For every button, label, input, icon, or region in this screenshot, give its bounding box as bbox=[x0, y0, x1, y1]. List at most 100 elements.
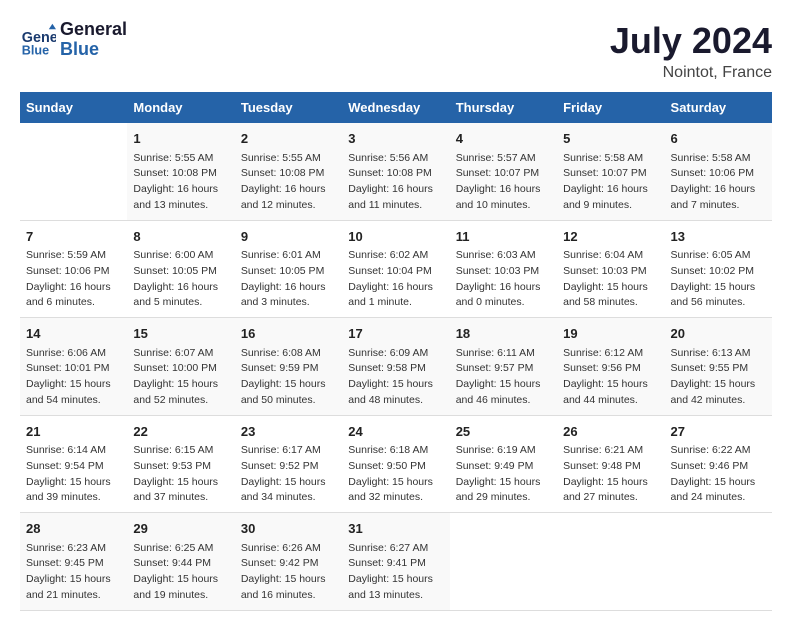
calendar-cell: 9Sunrise: 6:01 AM Sunset: 10:05 PM Dayli… bbox=[235, 220, 342, 318]
day-info: Sunrise: 6:22 AM Sunset: 9:46 PM Dayligh… bbox=[671, 443, 766, 506]
logo-text: General Blue bbox=[60, 20, 127, 60]
day-number: 20 bbox=[671, 324, 766, 344]
day-number: 23 bbox=[241, 422, 336, 442]
day-number: 7 bbox=[26, 227, 121, 247]
calendar-cell: 14Sunrise: 6:06 AM Sunset: 10:01 PM Dayl… bbox=[20, 318, 127, 416]
weekday-header: Saturday bbox=[665, 92, 772, 123]
day-info: Sunrise: 6:21 AM Sunset: 9:48 PM Dayligh… bbox=[563, 443, 658, 506]
day-number: 17 bbox=[348, 324, 443, 344]
logo-line2: Blue bbox=[60, 40, 127, 60]
calendar-cell: 6Sunrise: 5:58 AM Sunset: 10:06 PM Dayli… bbox=[665, 123, 772, 220]
day-info: Sunrise: 6:02 AM Sunset: 10:04 PM Daylig… bbox=[348, 248, 443, 311]
day-number: 13 bbox=[671, 227, 766, 247]
calendar-cell: 7Sunrise: 5:59 AM Sunset: 10:06 PM Dayli… bbox=[20, 220, 127, 318]
calendar-cell: 22Sunrise: 6:15 AM Sunset: 9:53 PM Dayli… bbox=[127, 415, 234, 513]
day-info: Sunrise: 6:14 AM Sunset: 9:54 PM Dayligh… bbox=[26, 443, 121, 506]
calendar-table: SundayMondayTuesdayWednesdayThursdayFrid… bbox=[20, 92, 772, 611]
calendar-cell: 10Sunrise: 6:02 AM Sunset: 10:04 PM Dayl… bbox=[342, 220, 449, 318]
day-info: Sunrise: 6:23 AM Sunset: 9:45 PM Dayligh… bbox=[26, 541, 121, 604]
day-info: Sunrise: 6:04 AM Sunset: 10:03 PM Daylig… bbox=[563, 248, 658, 311]
calendar-week-row: 1Sunrise: 5:55 AM Sunset: 10:08 PM Dayli… bbox=[20, 123, 772, 220]
day-info: Sunrise: 6:18 AM Sunset: 9:50 PM Dayligh… bbox=[348, 443, 443, 506]
weekday-header: Monday bbox=[127, 92, 234, 123]
day-number: 1 bbox=[133, 129, 228, 149]
day-number: 21 bbox=[26, 422, 121, 442]
weekday-header: Thursday bbox=[450, 92, 557, 123]
day-info: Sunrise: 5:55 AM Sunset: 10:08 PM Daylig… bbox=[133, 151, 228, 214]
calendar-cell: 20Sunrise: 6:13 AM Sunset: 9:55 PM Dayli… bbox=[665, 318, 772, 416]
calendar-cell: 4Sunrise: 5:57 AM Sunset: 10:07 PM Dayli… bbox=[450, 123, 557, 220]
day-info: Sunrise: 6:07 AM Sunset: 10:00 PM Daylig… bbox=[133, 346, 228, 409]
weekday-header: Tuesday bbox=[235, 92, 342, 123]
weekday-header: Sunday bbox=[20, 92, 127, 123]
day-info: Sunrise: 6:09 AM Sunset: 9:58 PM Dayligh… bbox=[348, 346, 443, 409]
day-number: 16 bbox=[241, 324, 336, 344]
calendar-cell: 26Sunrise: 6:21 AM Sunset: 9:48 PM Dayli… bbox=[557, 415, 664, 513]
day-number: 3 bbox=[348, 129, 443, 149]
day-number: 5 bbox=[563, 129, 658, 149]
calendar-cell: 15Sunrise: 6:07 AM Sunset: 10:00 PM Dayl… bbox=[127, 318, 234, 416]
day-number: 6 bbox=[671, 129, 766, 149]
calendar-week-row: 21Sunrise: 6:14 AM Sunset: 9:54 PM Dayli… bbox=[20, 415, 772, 513]
calendar-body: 1Sunrise: 5:55 AM Sunset: 10:08 PM Dayli… bbox=[20, 123, 772, 610]
calendar-cell bbox=[20, 123, 127, 220]
subtitle: Nointot, France bbox=[610, 64, 772, 82]
calendar-cell: 27Sunrise: 6:22 AM Sunset: 9:46 PM Dayli… bbox=[665, 415, 772, 513]
logo-line1: General bbox=[60, 20, 127, 40]
day-info: Sunrise: 6:00 AM Sunset: 10:05 PM Daylig… bbox=[133, 248, 228, 311]
day-info: Sunrise: 6:17 AM Sunset: 9:52 PM Dayligh… bbox=[241, 443, 336, 506]
day-number: 25 bbox=[456, 422, 551, 442]
calendar-cell: 21Sunrise: 6:14 AM Sunset: 9:54 PM Dayli… bbox=[20, 415, 127, 513]
calendar-cell: 11Sunrise: 6:03 AM Sunset: 10:03 PM Dayl… bbox=[450, 220, 557, 318]
day-info: Sunrise: 6:26 AM Sunset: 9:42 PM Dayligh… bbox=[241, 541, 336, 604]
day-info: Sunrise: 5:58 AM Sunset: 10:06 PM Daylig… bbox=[671, 151, 766, 214]
day-info: Sunrise: 6:08 AM Sunset: 9:59 PM Dayligh… bbox=[241, 346, 336, 409]
day-number: 24 bbox=[348, 422, 443, 442]
day-number: 19 bbox=[563, 324, 658, 344]
day-number: 10 bbox=[348, 227, 443, 247]
calendar-cell: 13Sunrise: 6:05 AM Sunset: 10:02 PM Dayl… bbox=[665, 220, 772, 318]
title-block: July 2024 Nointot, France bbox=[610, 20, 772, 82]
day-info: Sunrise: 6:19 AM Sunset: 9:49 PM Dayligh… bbox=[456, 443, 551, 506]
day-number: 12 bbox=[563, 227, 658, 247]
main-title: July 2024 bbox=[610, 20, 772, 62]
calendar-cell bbox=[557, 513, 664, 611]
calendar-cell: 30Sunrise: 6:26 AM Sunset: 9:42 PM Dayli… bbox=[235, 513, 342, 611]
day-info: Sunrise: 6:11 AM Sunset: 9:57 PM Dayligh… bbox=[456, 346, 551, 409]
day-number: 4 bbox=[456, 129, 551, 149]
day-number: 27 bbox=[671, 422, 766, 442]
day-number: 28 bbox=[26, 519, 121, 539]
logo: General Blue General Blue bbox=[20, 20, 127, 60]
day-info: Sunrise: 6:05 AM Sunset: 10:02 PM Daylig… bbox=[671, 248, 766, 311]
day-info: Sunrise: 5:57 AM Sunset: 10:07 PM Daylig… bbox=[456, 151, 551, 214]
calendar-cell bbox=[665, 513, 772, 611]
day-info: Sunrise: 6:01 AM Sunset: 10:05 PM Daylig… bbox=[241, 248, 336, 311]
day-info: Sunrise: 6:15 AM Sunset: 9:53 PM Dayligh… bbox=[133, 443, 228, 506]
calendar-cell: 3Sunrise: 5:56 AM Sunset: 10:08 PM Dayli… bbox=[342, 123, 449, 220]
page-header: General Blue General Blue July 2024 Noin… bbox=[20, 20, 772, 82]
day-number: 31 bbox=[348, 519, 443, 539]
calendar-cell: 23Sunrise: 6:17 AM Sunset: 9:52 PM Dayli… bbox=[235, 415, 342, 513]
calendar-cell: 31Sunrise: 6:27 AM Sunset: 9:41 PM Dayli… bbox=[342, 513, 449, 611]
weekday-header: Friday bbox=[557, 92, 664, 123]
calendar-cell bbox=[450, 513, 557, 611]
day-number: 9 bbox=[241, 227, 336, 247]
day-info: Sunrise: 5:58 AM Sunset: 10:07 PM Daylig… bbox=[563, 151, 658, 214]
svg-text:Blue: Blue bbox=[22, 43, 49, 57]
calendar-cell: 18Sunrise: 6:11 AM Sunset: 9:57 PM Dayli… bbox=[450, 318, 557, 416]
day-number: 11 bbox=[456, 227, 551, 247]
day-number: 14 bbox=[26, 324, 121, 344]
calendar-cell: 12Sunrise: 6:04 AM Sunset: 10:03 PM Dayl… bbox=[557, 220, 664, 318]
day-info: Sunrise: 5:56 AM Sunset: 10:08 PM Daylig… bbox=[348, 151, 443, 214]
calendar-cell: 29Sunrise: 6:25 AM Sunset: 9:44 PM Dayli… bbox=[127, 513, 234, 611]
day-info: Sunrise: 6:13 AM Sunset: 9:55 PM Dayligh… bbox=[671, 346, 766, 409]
calendar-week-row: 7Sunrise: 5:59 AM Sunset: 10:06 PM Dayli… bbox=[20, 220, 772, 318]
calendar-week-row: 28Sunrise: 6:23 AM Sunset: 9:45 PM Dayli… bbox=[20, 513, 772, 611]
calendar-header: SundayMondayTuesdayWednesdayThursdayFrid… bbox=[20, 92, 772, 123]
calendar-cell: 17Sunrise: 6:09 AM Sunset: 9:58 PM Dayli… bbox=[342, 318, 449, 416]
day-number: 26 bbox=[563, 422, 658, 442]
day-number: 2 bbox=[241, 129, 336, 149]
day-info: Sunrise: 5:55 AM Sunset: 10:08 PM Daylig… bbox=[241, 151, 336, 214]
weekday-header: Wednesday bbox=[342, 92, 449, 123]
calendar-cell: 5Sunrise: 5:58 AM Sunset: 10:07 PM Dayli… bbox=[557, 123, 664, 220]
